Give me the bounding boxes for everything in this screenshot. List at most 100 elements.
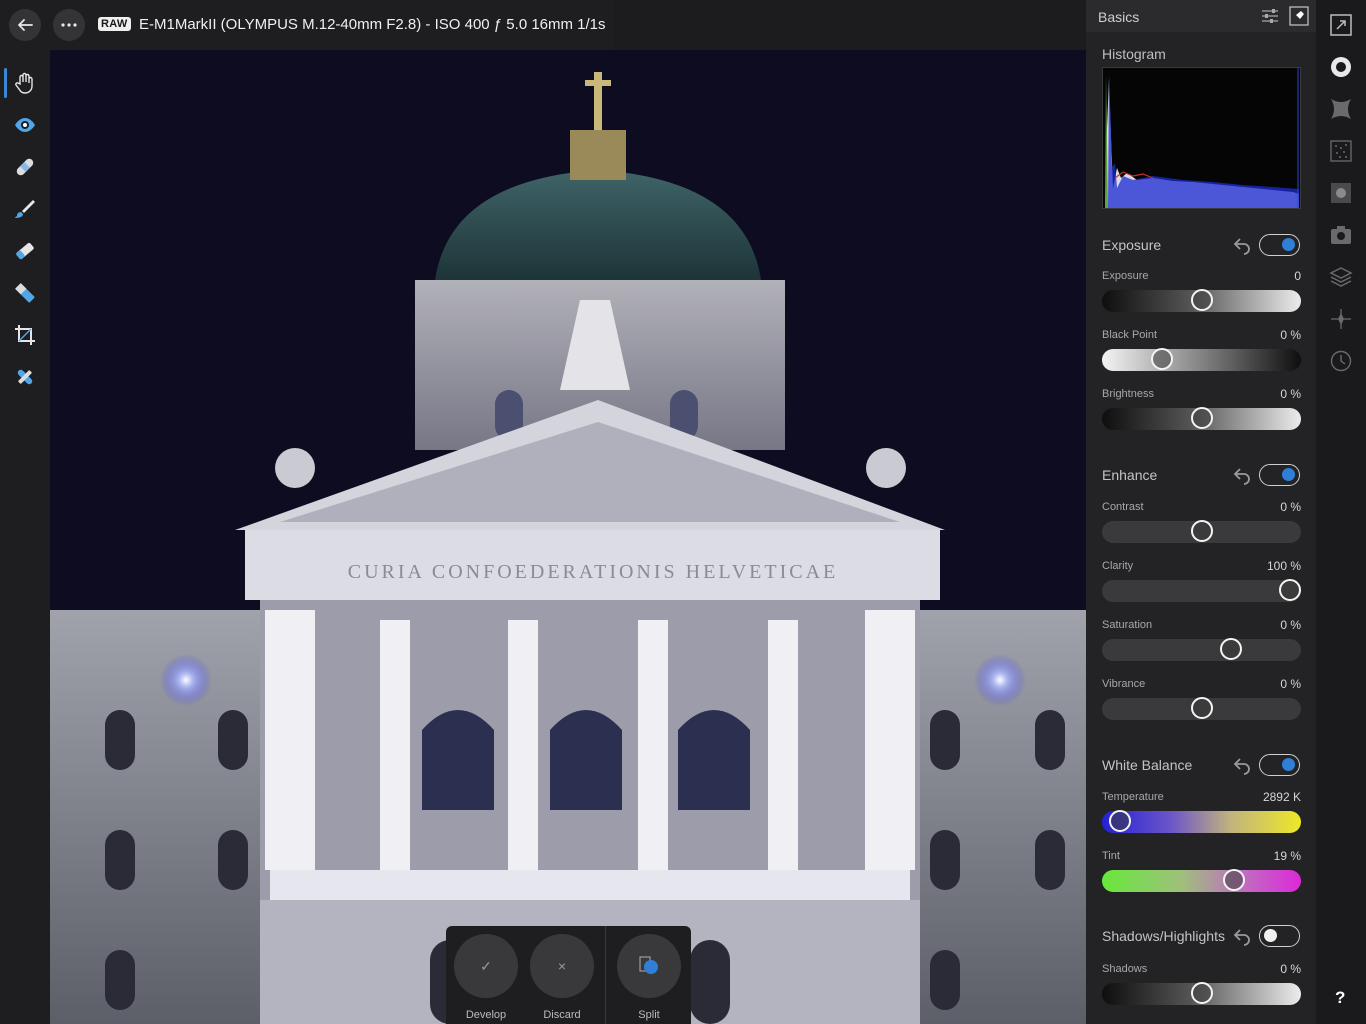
exposure-toggle[interactable]: [1259, 234, 1300, 256]
shadows-slider[interactable]: [1102, 982, 1301, 1005]
more-options-button[interactable]: [53, 9, 85, 41]
basics-panel: Basics Histogram Exposure Exposure 0 Bla…: [1086, 0, 1316, 1024]
tint-slider[interactable]: [1102, 869, 1301, 892]
inscription-text: CURIA CONFOEDERATIONIS HELVETICAE: [348, 561, 838, 583]
noise-icon[interactable]: [1329, 139, 1353, 163]
split-view-button[interactable]: Split: [616, 934, 682, 1021]
navigator-icon[interactable]: [1329, 13, 1353, 37]
hand-tool-button[interactable]: [8, 66, 42, 100]
brush-tool-button[interactable]: [8, 192, 42, 226]
develop-label: Develop: [465, 1009, 507, 1021]
studio-bar: [1316, 0, 1366, 1024]
eye-icon: [15, 118, 35, 132]
hand-icon: [15, 72, 33, 94]
vibrance-label: Vibrance: [1102, 678, 1146, 690]
black-point-label: Black Point: [1102, 329, 1158, 341]
develop-action-bar: ✓ Develop × Discard Split: [446, 926, 691, 1024]
toggle-knob: [1282, 758, 1295, 771]
back-button[interactable]: [9, 9, 41, 41]
tint-value: 19 %: [1273, 849, 1301, 863]
exposure-slider[interactable]: [1102, 289, 1301, 312]
checkmark-icon: ✓: [454, 934, 518, 998]
toggle-knob: [1282, 238, 1295, 251]
brush-icon: [15, 200, 35, 218]
camera-icon[interactable]: [1329, 223, 1353, 247]
panel-title: Basics: [1098, 9, 1140, 25]
toggle-knob: [1282, 468, 1295, 481]
tint-label: Tint: [1102, 850, 1120, 862]
photo-image: CURIA CONFOEDERATIONIS HELVETICAE: [50, 50, 1086, 1024]
eraser-tool-button[interactable]: [8, 234, 42, 268]
lens-icon[interactable]: [1329, 97, 1353, 121]
contrast-slider[interactable]: [1102, 520, 1301, 543]
discard-button[interactable]: × Discard: [529, 934, 595, 1021]
gradient-icon: [15, 283, 35, 303]
adjustments-icon[interactable]: [1260, 6, 1280, 26]
gradient-tool-button[interactable]: [8, 276, 42, 310]
develop-button[interactable]: ✓ Develop: [453, 934, 519, 1021]
top-bar: RAW E-M1MarkII (OLYMPUS M.12-40mm F2.8) …: [0, 0, 614, 50]
vibrance-value: 0 %: [1280, 677, 1301, 691]
vibrance-slider[interactable]: [1102, 697, 1301, 720]
spot-icon[interactable]: [1329, 307, 1353, 331]
white-balance-reset-icon[interactable]: [1232, 755, 1252, 775]
exposure-reset-icon[interactable]: [1232, 235, 1252, 255]
pin-panel-icon[interactable]: [1289, 6, 1309, 26]
shadows-highlights-reset-icon[interactable]: [1232, 926, 1252, 946]
tint-slider-thumb[interactable]: [1223, 869, 1246, 891]
crop-tool-button[interactable]: [8, 318, 42, 352]
contrast-slider-thumb[interactable]: [1190, 520, 1213, 542]
layers-icon[interactable]: [1329, 265, 1353, 289]
white-balance-toggle[interactable]: [1259, 754, 1300, 776]
shadows-value: 0 %: [1280, 962, 1301, 976]
repair-tool-button[interactable]: [8, 360, 42, 394]
black-point-slider-thumb[interactable]: [1150, 348, 1173, 370]
contrast-value: 0 %: [1280, 500, 1301, 514]
temperature-slider-thumb[interactable]: [1108, 810, 1131, 832]
saturation-slider-thumb[interactable]: [1220, 638, 1243, 660]
left-toolbar: [0, 0, 50, 1024]
active-tool-indicator: [4, 68, 7, 98]
shadows-highlights-toggle[interactable]: [1259, 925, 1300, 947]
brightness-slider-thumb[interactable]: [1190, 407, 1213, 429]
action-divider: [605, 926, 606, 1024]
saturation-slider[interactable]: [1102, 638, 1301, 661]
histogram: [1102, 67, 1301, 209]
photo-info: E-M1MarkII (OLYMPUS M.12-40mm F2.8) - IS…: [139, 16, 606, 33]
brightness-value: 0 %: [1280, 387, 1301, 401]
white-balance-section-title: White Balance: [1102, 757, 1193, 773]
split-label: Split: [638, 1009, 660, 1021]
split-view-icon: [639, 956, 658, 974]
contrast-label: Contrast: [1102, 501, 1144, 513]
bandage-icon: [16, 158, 34, 176]
vibrance-slider-thumb[interactable]: [1190, 697, 1213, 719]
redeye-tool-button[interactable]: [8, 108, 42, 142]
help-button[interactable]: ?: [1335, 988, 1345, 1008]
enhance-toggle[interactable]: [1259, 464, 1300, 486]
exposure-slider-thumb[interactable]: [1190, 289, 1213, 311]
enhance-reset-icon[interactable]: [1232, 465, 1252, 485]
clarity-slider-thumb[interactable]: [1279, 579, 1302, 601]
history-icon[interactable]: [1329, 349, 1353, 373]
shadows-highlights-section-title: Shadows/Highlights: [1102, 928, 1225, 944]
black-point-slider[interactable]: [1102, 348, 1301, 371]
enhance-section-title: Enhance: [1102, 467, 1158, 483]
close-icon: ×: [530, 934, 594, 998]
blemish-tool-button[interactable]: [8, 150, 42, 184]
temperature-slider[interactable]: [1102, 810, 1301, 833]
temperature-label: Temperature: [1102, 791, 1164, 803]
histogram-label: Histogram: [1102, 46, 1166, 62]
photo-canvas[interactable]: CURIA CONFOEDERATIONIS HELVETICAE: [50, 50, 1086, 1024]
exposure-label: Exposure: [1102, 270, 1149, 282]
black-point-value: 0 %: [1280, 328, 1301, 342]
vignette-icon[interactable]: [1329, 181, 1353, 205]
temperature-value: 2892 K: [1262, 790, 1301, 804]
exposure-value: 0: [1294, 269, 1301, 283]
clarity-label: Clarity: [1102, 560, 1134, 572]
clarity-slider[interactable]: [1102, 579, 1302, 602]
shadows-slider-thumb[interactable]: [1190, 982, 1213, 1004]
brightness-slider[interactable]: [1102, 407, 1301, 430]
color-icon[interactable]: [1329, 55, 1353, 79]
eraser-icon: [16, 242, 34, 260]
more-dots-icon: [61, 23, 77, 27]
